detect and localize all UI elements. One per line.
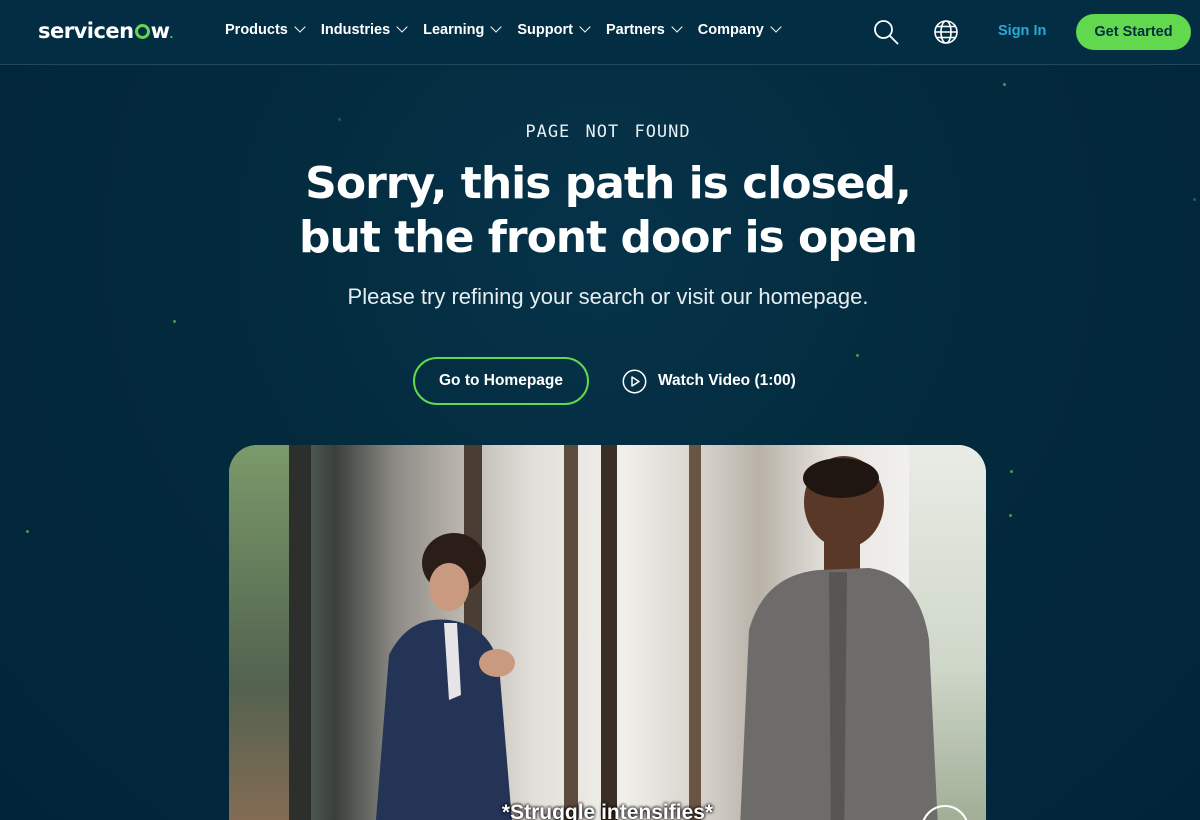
video-scene-left-window: [229, 445, 289, 820]
nav-item-label: Company: [697, 22, 764, 38]
nav-item-company[interactable]: Company: [697, 21, 782, 38]
video-caption: *Struggle intensifies*: [501, 801, 714, 820]
nav-item-label: Industries: [320, 22, 391, 38]
logo-text-end: w: [150, 19, 170, 43]
chevron-down-icon: [770, 21, 782, 33]
video-scene-door-frame: [601, 445, 617, 820]
video-person-left: [375, 533, 515, 820]
search-icon[interactable]: [873, 19, 899, 45]
nav-item-products[interactable]: Products: [225, 21, 306, 38]
logo-o-mark-icon: [134, 24, 150, 39]
play-circle-icon: [622, 369, 647, 393]
headline-line-2: but the front door is open: [299, 212, 918, 263]
get-started-button[interactable]: Get Started: [1076, 14, 1191, 50]
nav-item-support[interactable]: Support: [517, 21, 591, 38]
video-scene-dark-frame: [289, 445, 311, 820]
chevron-down-icon: [490, 21, 503, 33]
logo-dot: .: [169, 30, 174, 41]
sign-in-link[interactable]: Sign In: [998, 23, 1046, 39]
site-header: servicen w . Products Industries Learnin…: [0, 0, 1200, 65]
nav-item-label: Products: [225, 22, 288, 38]
chevron-down-icon: [579, 21, 591, 33]
hero-subhead: Please try refining your search or visit…: [347, 284, 869, 309]
nav-item-label: Partners: [605, 22, 665, 38]
page-title: Sorry, this path is closed, but the fron…: [0, 157, 1200, 265]
video-scene-door-frame: [689, 445, 701, 820]
nav-item-industries[interactable]: Industries: [320, 21, 408, 38]
video-person-right: [740, 456, 938, 820]
primary-nav: Products Industries Learning Support Par…: [225, 21, 797, 38]
nav-item-label: Learning: [423, 22, 485, 38]
page-not-found-eyebrow: PAGE NOT FOUND: [525, 122, 691, 142]
watch-video-label: Watch Video (1:00): [658, 372, 796, 389]
hero-video[interactable]: *Struggle intensifies*: [229, 445, 986, 820]
nav-item-partners[interactable]: Partners: [605, 21, 683, 38]
go-to-homepage-button[interactable]: Go to Homepage: [413, 357, 589, 405]
headline-line-1: Sorry, this path is closed,: [305, 158, 912, 209]
nav-item-label: Support: [517, 22, 573, 38]
watch-video-button[interactable]: Watch Video (1:00): [622, 368, 796, 394]
globe-icon[interactable]: [933, 19, 959, 45]
chevron-down-icon: [294, 21, 306, 33]
logo-text-start: servicen: [38, 19, 134, 43]
chevron-down-icon: [671, 21, 683, 33]
video-scene-door-frame: [564, 445, 578, 820]
nav-item-learning[interactable]: Learning: [423, 21, 503, 38]
servicenow-logo[interactable]: servicen w .: [38, 19, 173, 43]
chevron-down-icon: [396, 21, 408, 33]
